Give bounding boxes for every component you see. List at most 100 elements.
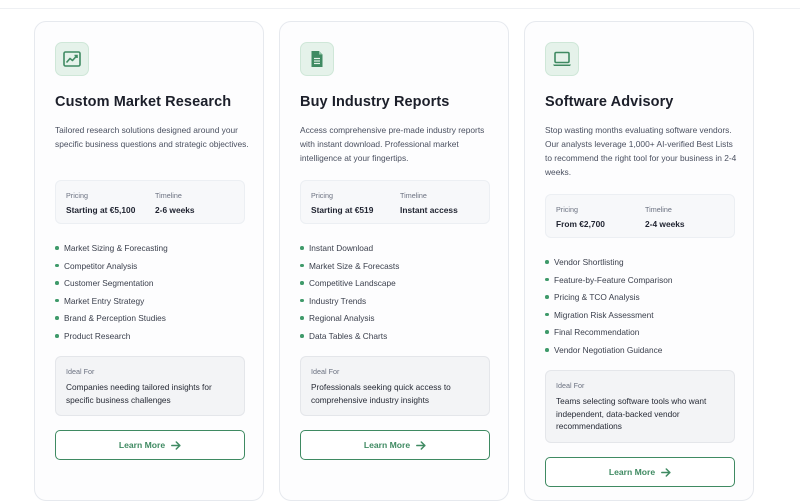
ideal-for-label: Ideal For <box>311 367 340 376</box>
feature-item: Market Sizing & Forecasting <box>55 243 255 261</box>
bullet-icon <box>545 295 549 299</box>
feature-item: Competitive Landscape <box>300 278 500 296</box>
learn-more-button[interactable]: Learn More <box>545 457 735 487</box>
learn-more-label: Learn More <box>608 467 656 477</box>
bullet-icon <box>300 281 304 285</box>
pricing-value: Starting at €519 <box>311 205 374 215</box>
learn-more-label: Learn More <box>363 440 411 450</box>
timeline-label: Timeline <box>645 205 672 214</box>
bullet-icon <box>545 312 549 317</box>
bullet-icon <box>55 333 59 338</box>
bullet-icon <box>545 347 549 352</box>
feature-item: Data Tables & Charts <box>300 331 500 349</box>
learn-more-label: Learn More <box>118 440 166 450</box>
feature-label: Market Sizing & Forecasting <box>64 243 168 253</box>
feature-label: Feature-by-Feature Comparison <box>554 274 673 285</box>
bullet-icon <box>300 263 304 268</box>
trending-chart-icon <box>63 51 81 67</box>
card-title: Software Advisory <box>545 94 674 110</box>
ideal-for-text: Companies needing tailored insights for … <box>66 382 212 405</box>
timeline-info: Timeline Instant access <box>400 191 458 215</box>
feature-label: Market Size & Forecasts <box>309 260 400 271</box>
feature-label: Industry Trends <box>309 295 367 306</box>
service-cards: Custom Market Research Tailored research… <box>34 21 754 501</box>
ideal-for-text: Teams selecting software tools who want … <box>556 396 707 431</box>
learn-more-button[interactable]: Learn More <box>55 430 245 460</box>
pricing-box: Pricing Starting at €5,100 Timeline 2-6 … <box>55 180 245 224</box>
bullet-icon <box>300 316 304 320</box>
pricing-info: Pricing Starting at €5,100 <box>66 191 135 215</box>
bullet-icon <box>55 298 59 303</box>
feature-item: Regional Analysis <box>300 313 500 331</box>
timeline-label: Timeline <box>400 191 427 200</box>
bullet-icon <box>55 281 59 285</box>
pricing-label: Pricing <box>66 191 88 200</box>
ideal-for-box: Ideal For Teams selecting software tools… <box>545 370 735 443</box>
feature-item: Product Research <box>55 331 255 349</box>
feature-label: Migration Risk Assessment <box>554 309 654 320</box>
feature-label: Vendor Shortlisting <box>554 257 624 267</box>
ideal-for-box: Ideal For Professionals seeking quick ac… <box>300 356 490 416</box>
ideal-for-text: Professionals seeking quick access to co… <box>311 382 451 405</box>
feature-item: Customer Segmentation <box>55 278 255 296</box>
card-description: Stop wasting months evaluating software … <box>545 125 737 177</box>
feature-label: Competitive Landscape <box>309 278 396 289</box>
feature-item: Instant Download <box>300 243 500 261</box>
card-buy-industry-reports: Buy Industry Reports Access comprehensiv… <box>279 21 509 501</box>
bullet-icon <box>545 277 549 282</box>
feature-list: Instant Download Market Size & Forecasts… <box>300 243 500 349</box>
feature-item: Market Size & Forecasts <box>300 261 500 279</box>
timeline-value: 2-6 weeks <box>155 205 195 215</box>
pricing-label: Pricing <box>311 191 333 200</box>
card-custom-market-research: Custom Market Research Tailored research… <box>34 21 264 501</box>
feature-label: Competitor Analysis <box>64 260 138 271</box>
document-icon <box>311 51 323 67</box>
feature-label: Data Tables & Charts <box>309 330 388 341</box>
feature-item: Industry Trends <box>300 296 500 314</box>
bullet-icon <box>300 298 304 303</box>
feature-item: Vendor Negotiation Guidance <box>545 345 745 363</box>
learn-more-button[interactable]: Learn More <box>300 430 490 460</box>
feature-label: Instant Download <box>309 243 374 253</box>
card-title: Custom Market Research <box>55 94 232 110</box>
arrow-right-icon <box>171 440 181 450</box>
icon-badge <box>545 42 579 76</box>
timeline-value: 2-4 weeks <box>645 219 685 229</box>
feature-item: Feature-by-Feature Comparison <box>545 275 745 293</box>
arrow-right-icon <box>416 440 426 450</box>
timeline-label: Timeline <box>155 191 182 200</box>
arrow-right-icon <box>661 467 671 477</box>
feature-label: Brand & Perception Studies <box>64 313 166 324</box>
pricing-box: Pricing From €2,700 Timeline 2-4 weeks <box>545 194 735 238</box>
ideal-for-box: Ideal For Companies needing tailored ins… <box>55 356 245 416</box>
ideal-for-label: Ideal For <box>556 381 585 390</box>
feature-item: Migration Risk Assessment <box>545 310 745 328</box>
bullet-icon <box>55 263 59 268</box>
icon-badge <box>55 42 89 76</box>
feature-label: Pricing & TCO Analysis <box>554 292 640 303</box>
feature-item: Final Recommendation <box>545 327 745 345</box>
feature-item: Pricing & TCO Analysis <box>545 292 745 310</box>
feature-label: Vendor Negotiation Guidance <box>554 344 663 355</box>
bullet-icon <box>545 260 549 264</box>
ideal-for-label: Ideal For <box>66 367 95 376</box>
feature-label: Regional Analysis <box>309 313 375 324</box>
pricing-value: From €2,700 <box>556 219 605 229</box>
bullet-icon <box>55 246 59 250</box>
card-software-advisory: Software Advisory Stop wasting months ev… <box>524 21 754 501</box>
feature-list: Vendor Shortlisting Feature-by-Feature C… <box>545 257 745 363</box>
card-title: Buy Industry Reports <box>300 94 450 110</box>
feature-item: Competitor Analysis <box>55 261 255 279</box>
icon-badge <box>300 42 334 76</box>
feature-label: Market Entry Strategy <box>64 295 145 306</box>
feature-label: Customer Segmentation <box>64 278 154 289</box>
top-divider <box>0 8 800 9</box>
card-description: Access comprehensive pre-made industry r… <box>300 125 485 163</box>
card-description: Tailored research solutions designed aro… <box>55 125 249 149</box>
bullet-icon <box>545 330 549 334</box>
pricing-box: Pricing Starting at €519 Timeline Instan… <box>300 180 490 224</box>
pricing-info: Pricing From €2,700 <box>556 205 605 229</box>
laptop-icon <box>553 51 571 66</box>
pricing-info: Pricing Starting at €519 <box>311 191 373 215</box>
pricing-value: Starting at €5,100 <box>66 205 136 215</box>
